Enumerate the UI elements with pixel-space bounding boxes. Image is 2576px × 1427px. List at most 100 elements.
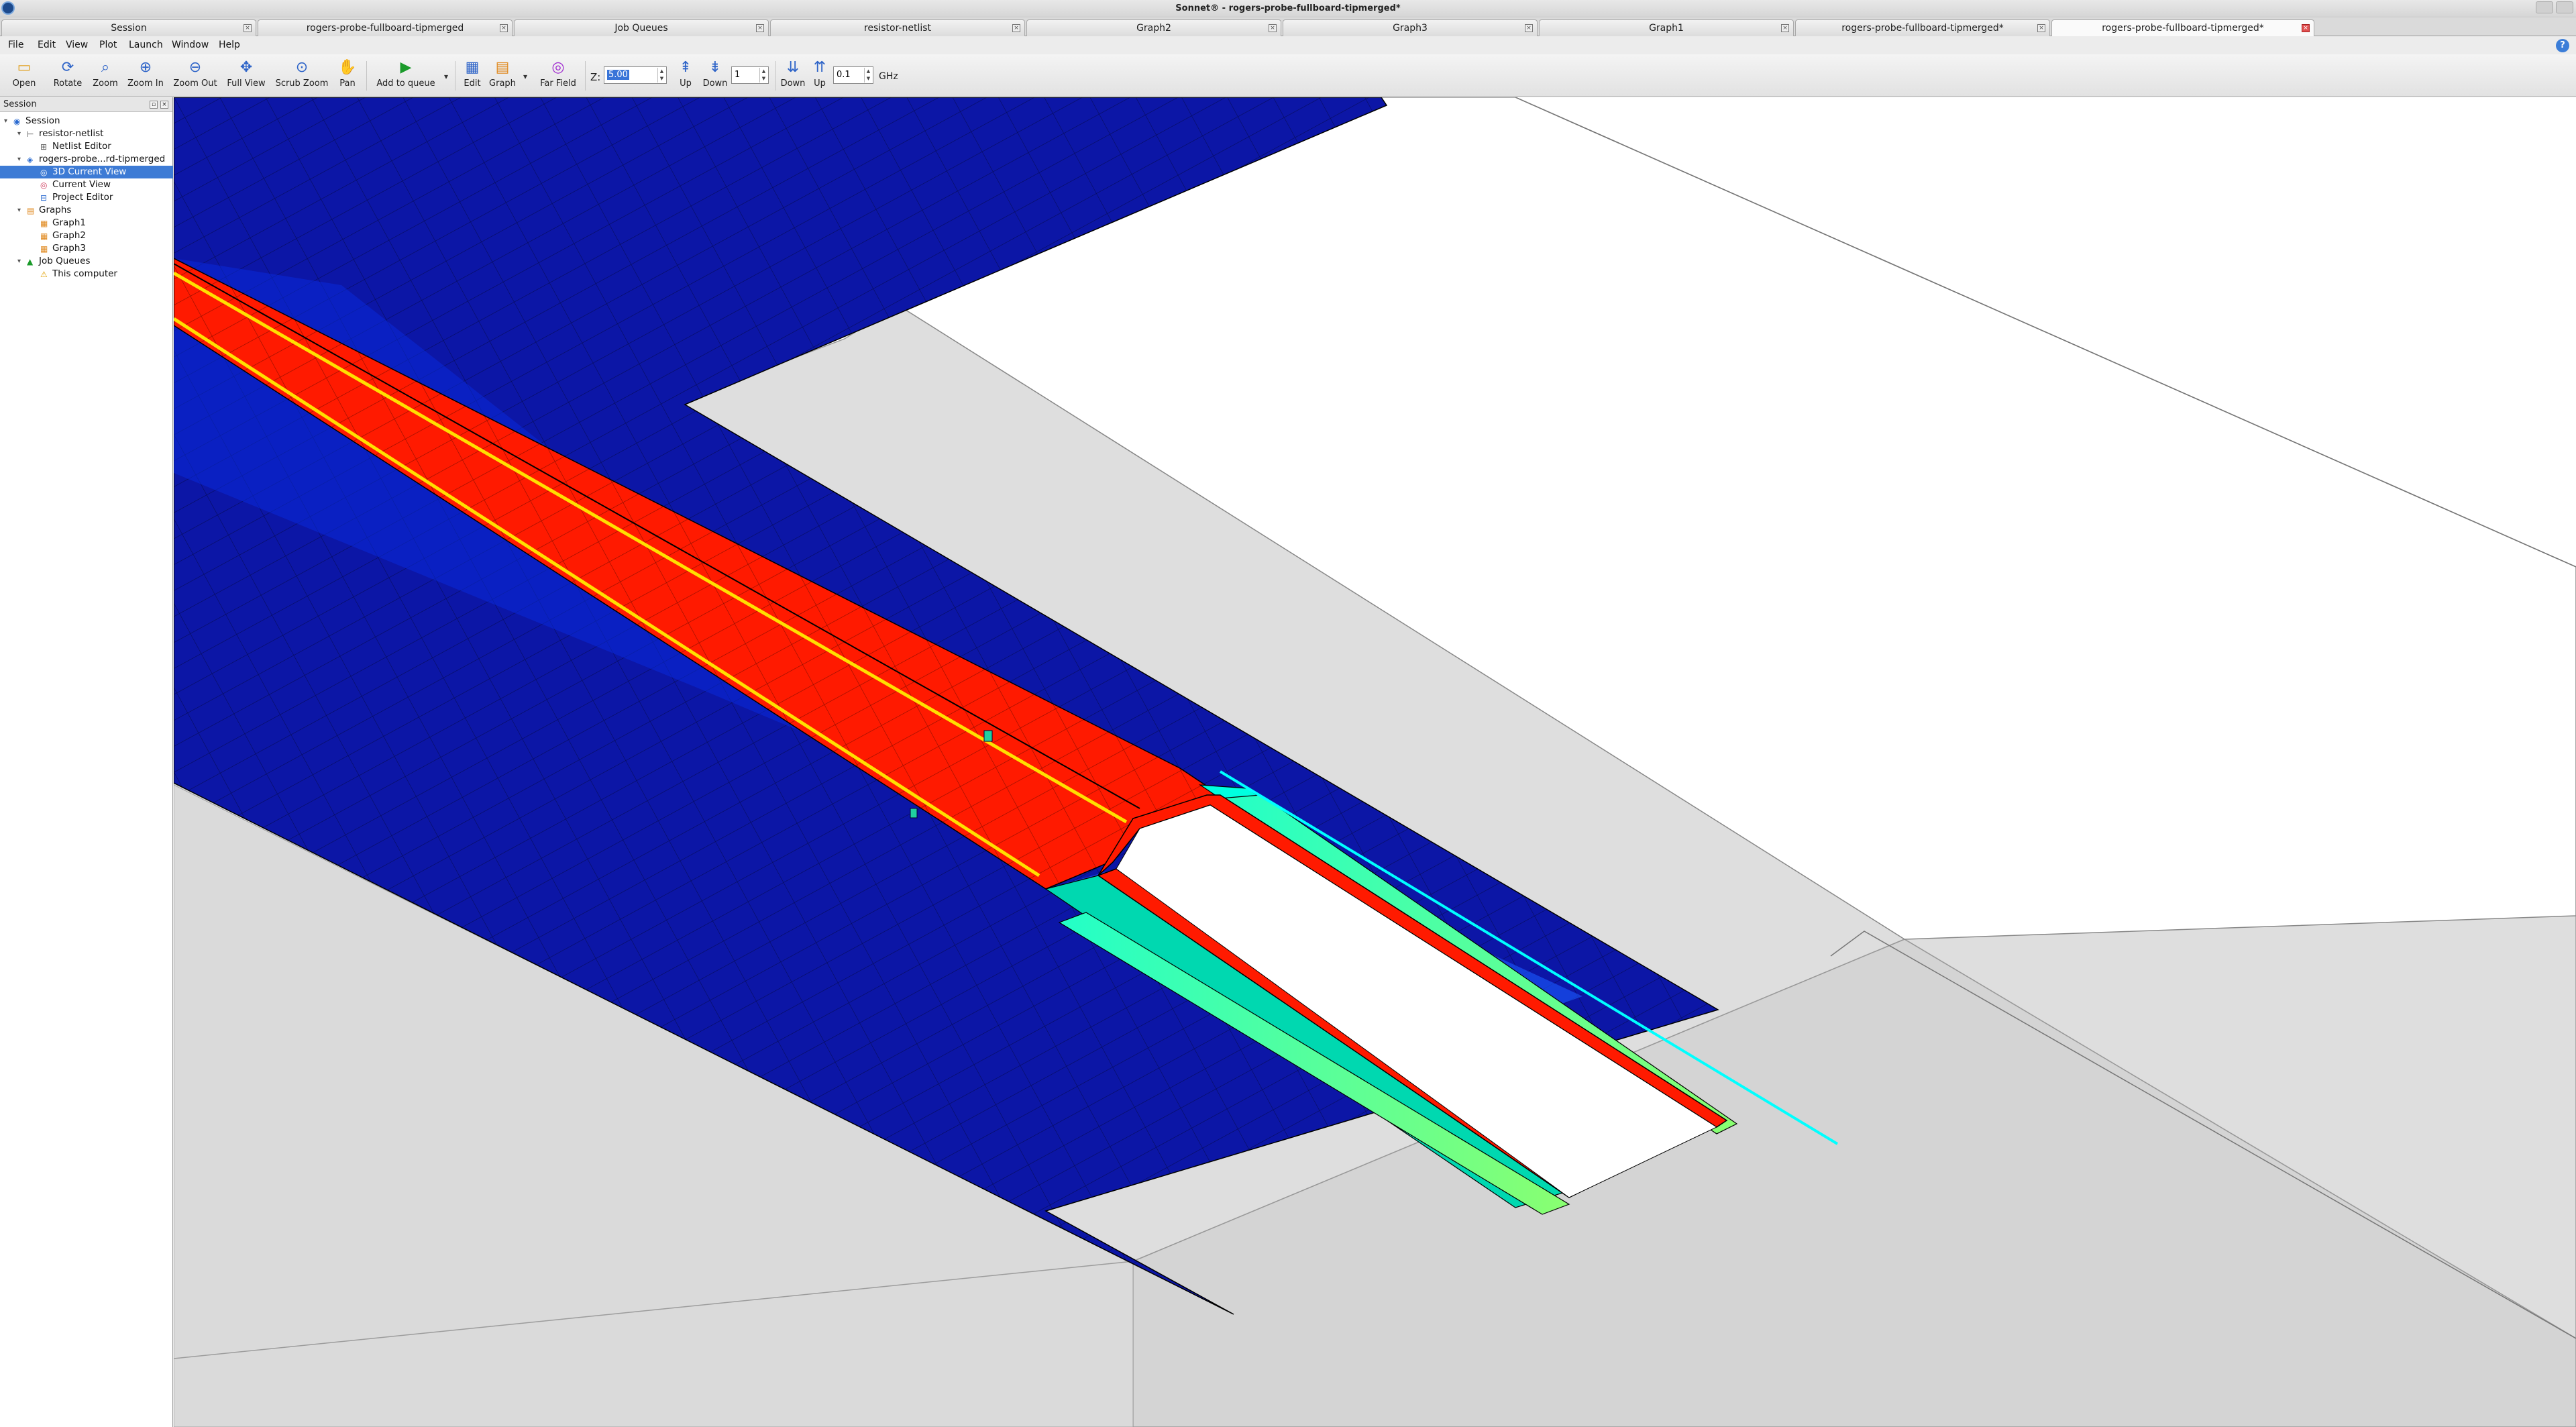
- close-tab-icon[interactable]: ×: [756, 24, 764, 32]
- folder-icon: ▭: [17, 59, 32, 76]
- window-title: Sonnet® - rogers-probe-fullboard-tipmerg…: [1175, 3, 1401, 13]
- expand-toggle-icon[interactable]: ▾: [17, 255, 25, 268]
- graph-dropdown-icon[interactable]: ▾: [523, 72, 527, 81]
- tree-item-label: Graph2: [52, 230, 86, 241]
- tab-resistor-netlist[interactable]: resistor-netlist ×: [770, 19, 1025, 36]
- spin-arrows-icon[interactable]: ▲ ▼: [759, 68, 767, 83]
- tree-item-this-computer[interactable]: ⚠ This computer: [0, 268, 173, 280]
- level-up-label: Up: [814, 78, 826, 89]
- tab-label: Graph2: [1136, 23, 1171, 34]
- tree-item-label: Session: [25, 115, 60, 126]
- far-field-button[interactable]: ◎ Far Field: [537, 58, 580, 96]
- tree-item-resistor-netlist[interactable]: ▾ ⊢ resistor-netlist: [0, 127, 173, 140]
- netlist-editor-icon: ⊞: [40, 142, 48, 152]
- close-tab-icon[interactable]: ×: [500, 24, 508, 32]
- tree-item-graphs[interactable]: ▾ ▤ Graphs: [0, 204, 173, 217]
- level-up-button[interactable]: ⇈ Up: [809, 58, 830, 96]
- expand-toggle-icon[interactable]: ▾: [4, 115, 12, 127]
- tab-job-queues[interactable]: Job Queues ×: [514, 19, 769, 36]
- magnifier-icon: ⌕: [101, 59, 110, 76]
- spin-arrows-icon[interactable]: ▲ ▼: [657, 68, 665, 83]
- z-down-button[interactable]: ⇟ Down: [700, 58, 730, 96]
- zoom-in-icon: ⊕: [139, 59, 152, 76]
- close-tab-icon[interactable]: ×: [1012, 24, 1020, 32]
- close-tab-icon[interactable]: ×: [2037, 24, 2045, 32]
- toolbar-separator: [775, 61, 776, 91]
- tree-item-project-editor[interactable]: ⊟ Project Editor: [0, 191, 173, 204]
- z-up-button[interactable]: ⇞ Up: [675, 58, 696, 96]
- 3d-current-view-canvas[interactable]: [174, 97, 2576, 1427]
- tree-item-graph2[interactable]: ▦ Graph2: [0, 229, 173, 242]
- edit-label: Edit: [464, 78, 481, 89]
- menu-plot[interactable]: Plot: [99, 40, 117, 50]
- tree-item-label: This computer: [52, 268, 117, 279]
- tree-item-3d-current-view[interactable]: ◎ 3D Current View: [0, 166, 173, 178]
- rotate-button[interactable]: ⟳ Rotate: [51, 58, 85, 96]
- current-view-icon: ◎: [40, 180, 48, 190]
- close-tab-icon[interactable]: ×: [1525, 24, 1533, 32]
- rotate-label: Rotate: [53, 78, 83, 89]
- project-icon: ◈: [27, 155, 34, 164]
- tree-item-rogers-probe-rd-tipmerged[interactable]: ▾ ◈ rogers-probe...rd-tipmerged: [0, 153, 173, 166]
- zoom-out-button[interactable]: ⊖ Zoom Out: [172, 58, 219, 96]
- tab-rogers-probe-netlist[interactable]: rogers-probe-fullboard-tipmerged ×: [258, 19, 513, 36]
- pan-label: Pan: [339, 78, 356, 89]
- window-titlebar: Sonnet® - rogers-probe-fullboard-tipmerg…: [0, 0, 2576, 17]
- tree-item-session[interactable]: ▾ ◉ Session: [0, 115, 173, 127]
- 3d-current-view-icon: ◎: [40, 168, 48, 177]
- level-spinbox[interactable]: 1 ▲ ▼: [731, 66, 769, 84]
- zoom-label: Zoom: [93, 78, 118, 89]
- tab-current-view[interactable]: rogers-probe-fullboard-tipmerged* ×: [1795, 19, 2050, 36]
- expand-toggle-icon[interactable]: ▾: [17, 204, 25, 217]
- edit-button[interactable]: ▦ Edit: [459, 58, 486, 96]
- pan-button[interactable]: ✋ Pan: [335, 58, 360, 96]
- tree-item-graph1[interactable]: ▦ Graph1: [0, 217, 173, 229]
- zoom-out-icon: ⊖: [189, 59, 202, 76]
- layer-down-icon: ⇟: [708, 59, 722, 76]
- netlist-icon: ⊢: [27, 129, 34, 139]
- close-tab-icon[interactable]: ×: [1269, 24, 1277, 32]
- graph-button[interactable]: ▤ Graph: [487, 58, 518, 96]
- tab-graph2[interactable]: Graph2 ×: [1026, 19, 1281, 36]
- close-window-button[interactable]: [2556, 1, 2573, 13]
- z-up-label: Up: [680, 78, 692, 89]
- full-view-label: Full View: [227, 78, 266, 89]
- run-icon: ▶: [400, 59, 412, 76]
- tab-session[interactable]: Session ×: [1, 19, 256, 36]
- menu-launch[interactable]: Launch: [129, 40, 163, 50]
- zoom-in-button[interactable]: ⊕ Zoom In: [125, 58, 166, 96]
- tree-item-netlist-editor[interactable]: ⊞ Netlist Editor: [0, 140, 173, 153]
- scrub-zoom-button[interactable]: ⊙ Scrub Zoom: [274, 58, 330, 96]
- expand-toggle-icon[interactable]: ▾: [17, 153, 25, 166]
- add-to-queue-dropdown-icon[interactable]: ▾: [444, 72, 448, 81]
- menu-window[interactable]: Window: [172, 40, 209, 50]
- tree-item-job-queues[interactable]: ▾ ▲ Job Queues: [0, 255, 173, 268]
- open-button[interactable]: ▭ Open: [9, 58, 39, 96]
- tree-item-graph3[interactable]: ▦ Graph3: [0, 242, 173, 255]
- close-tab-icon[interactable]: ×: [244, 24, 252, 32]
- tab-graph1[interactable]: Graph1 ×: [1539, 19, 1794, 36]
- close-panel-icon[interactable]: ×: [160, 101, 168, 109]
- expand-toggle-icon[interactable]: ▾: [17, 127, 25, 140]
- minimize-button[interactable]: [2536, 1, 2553, 13]
- add-to-queue-button[interactable]: ▶ Add to queue: [374, 58, 437, 96]
- tab-3d-current-view[interactable]: rogers-probe-fullboard-tipmerged* ×: [2051, 19, 2314, 36]
- tab-graph3[interactable]: Graph3 ×: [1283, 19, 1538, 36]
- close-tab-icon[interactable]: ×: [2302, 24, 2310, 32]
- close-tab-icon[interactable]: ×: [1781, 24, 1789, 32]
- spin-arrows-icon[interactable]: ▲ ▼: [864, 68, 872, 83]
- menu-file[interactable]: File: [8, 40, 23, 50]
- zoom-button[interactable]: ⌕ Zoom: [90, 58, 121, 96]
- help-icon[interactable]: ?: [2556, 39, 2569, 52]
- level-down-button[interactable]: ⇊ Down: [778, 58, 808, 96]
- menu-help[interactable]: Help: [219, 40, 240, 50]
- z-value-spinbox[interactable]: 5.00 ▲ ▼: [604, 66, 667, 84]
- menu-view[interactable]: View: [66, 40, 88, 50]
- zoom-in-label: Zoom In: [127, 78, 164, 89]
- frequency-spinbox[interactable]: 0.1 ▲ ▼: [833, 66, 873, 84]
- float-panel-icon[interactable]: ▫: [150, 101, 158, 109]
- full-view-button[interactable]: ✥ Full View: [224, 58, 268, 96]
- menu-edit[interactable]: Edit: [38, 40, 56, 50]
- tree-item-current-view[interactable]: ◎ Current View: [0, 178, 173, 191]
- 3d-current-density-plot[interactable]: [174, 97, 2576, 1427]
